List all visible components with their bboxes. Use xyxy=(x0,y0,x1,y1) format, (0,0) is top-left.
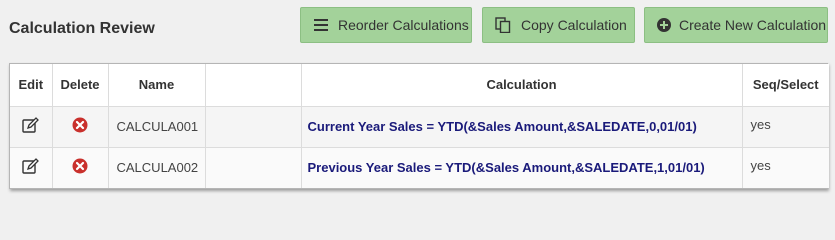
blank-cell xyxy=(205,106,302,148)
seq-select-value: yes xyxy=(750,157,771,173)
reorder-calculations-button[interactable]: Reorder Calculations xyxy=(300,7,472,43)
column-header-seq-select[interactable]: Seq/Select xyxy=(742,64,829,107)
table-row: CALCULA002 Previous Year Sales = YTD(&Sa… xyxy=(10,147,829,188)
seq-select-value: yes xyxy=(742,106,829,148)
edit-icon[interactable] xyxy=(22,158,40,177)
calculation-name: CALCULA001 xyxy=(108,106,206,148)
calculations-table: Edit Delete Name Calculation Seq/Select xyxy=(9,63,829,189)
edit-cell xyxy=(10,147,53,188)
copy-calculation-label: Copy Calculation xyxy=(521,17,627,33)
page-title: Calculation Review xyxy=(9,20,155,37)
column-header-blank xyxy=(205,64,302,107)
create-new-calculation-button[interactable]: Create New Calculation xyxy=(644,7,828,43)
table-header-row: Edit Delete Name Calculation Seq/Select xyxy=(10,64,829,107)
copy-icon xyxy=(495,17,511,33)
copy-calculation-button[interactable]: Copy Calculation xyxy=(482,7,635,43)
column-header-delete: Delete xyxy=(52,64,109,107)
reorder-calculations-label: Reorder Calculations xyxy=(338,17,469,33)
edit-cell xyxy=(10,106,53,148)
delete-cell xyxy=(52,147,109,188)
plus-circle-icon xyxy=(657,18,671,32)
create-new-calculation-label: Create New Calculation xyxy=(679,17,827,33)
column-header-edit: Edit xyxy=(10,64,53,107)
delete-cell xyxy=(52,106,109,148)
calculation-expression: Previous Year Sales = YTD(&Sales Amount,… xyxy=(301,147,743,188)
delete-icon[interactable] xyxy=(72,117,88,136)
edit-icon[interactable] xyxy=(22,117,40,136)
calculation-expression: Current Year Sales = YTD(&Sales Amount,&… xyxy=(301,106,743,148)
calculation-name: CALCULA002 xyxy=(108,147,206,188)
calculation-review-page: Calculation Review Reorder Calculations … xyxy=(0,0,835,201)
column-header-calculation[interactable]: Calculation xyxy=(301,64,743,107)
delete-icon[interactable] xyxy=(72,158,88,177)
list-icon xyxy=(314,19,328,31)
column-header-name[interactable]: Name xyxy=(108,64,206,107)
blank-cell xyxy=(205,147,302,188)
table-row: CALCULA001 Current Year Sales = YTD(&Sal… xyxy=(10,106,829,148)
